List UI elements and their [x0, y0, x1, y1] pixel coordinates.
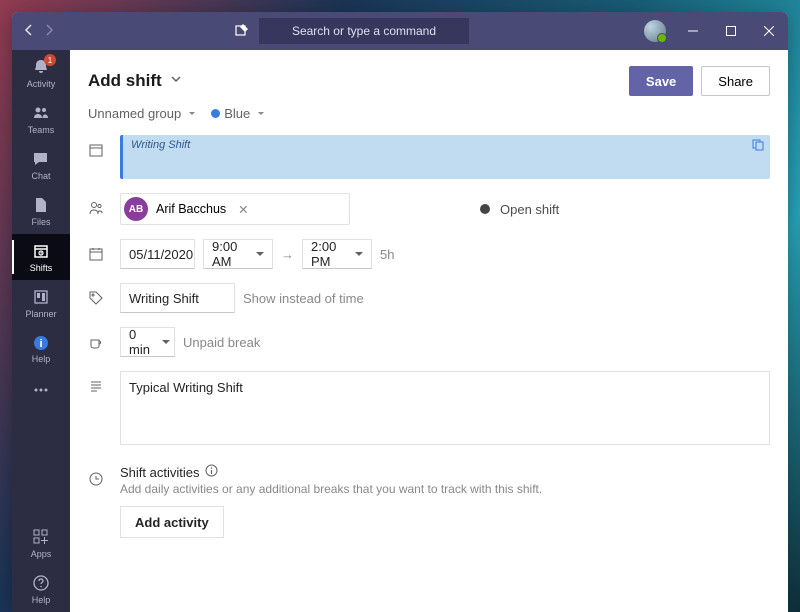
titlebar: Search or type a command: [12, 12, 788, 50]
duration-label: 5h: [380, 247, 394, 262]
sidebar-item-apps[interactable]: Apps: [12, 520, 70, 566]
date-input[interactable]: 05/11/2020: [120, 239, 195, 269]
save-button[interactable]: Save: [629, 66, 693, 96]
color-dropdown[interactable]: Blue: [211, 106, 264, 121]
sidebar-item-help[interactable]: Help: [12, 566, 70, 612]
sidebar-item-shifts[interactable]: Shifts: [12, 234, 70, 280]
content-area: Add shift Save Share Unnamed group Blue: [70, 50, 788, 612]
clock-icon: [88, 464, 104, 486]
add-activity-button[interactable]: Add activity: [120, 506, 224, 538]
open-shift-toggle[interactable]: Open shift: [480, 202, 559, 217]
sidebar-item-chat[interactable]: Chat: [12, 142, 70, 188]
remove-person-icon[interactable]: ✕: [234, 202, 252, 217]
close-button[interactable]: [750, 12, 788, 50]
person-name: Arif Bacchus: [156, 202, 226, 216]
subheader: Unnamed group Blue: [70, 106, 788, 131]
sidebar-item-planner[interactable]: Planner: [12, 280, 70, 326]
shift-preview-title: Writing Shift: [131, 139, 190, 151]
arrow-right-icon: →: [281, 247, 294, 262]
activities-title: Shift activities: [120, 464, 770, 480]
color-dot-icon: [211, 109, 220, 118]
info-icon[interactable]: [205, 464, 218, 480]
person-icon: [88, 193, 104, 215]
break-icon: [88, 327, 104, 349]
activities-subtext: Add daily activities or any additional b…: [120, 482, 770, 496]
forward-button[interactable]: [42, 23, 56, 40]
sidebar-label: Help: [32, 595, 51, 605]
sidebar-item-teams[interactable]: Teams: [12, 96, 70, 142]
shift-preview-card[interactable]: Writing Shift: [120, 135, 770, 179]
sidebar-label: Activity: [27, 79, 56, 89]
sidebar-label: Planner: [25, 309, 56, 319]
back-button[interactable]: [22, 23, 36, 40]
sidebar-item-more[interactable]: [12, 372, 70, 408]
person-initials: AB: [124, 197, 148, 221]
notes-textarea[interactable]: [120, 371, 770, 445]
show-instead-label: Show instead of time: [243, 291, 364, 306]
search-input[interactable]: Search or type a command: [259, 18, 469, 44]
activity-badge: 1: [44, 54, 56, 66]
share-button[interactable]: Share: [701, 66, 770, 96]
search-placeholder: Search or type a command: [292, 24, 436, 38]
break-duration-select[interactable]: 0 min: [120, 327, 175, 357]
teams-window: Search or type a command 1 Activity Team…: [12, 12, 788, 612]
sidebar-item-files[interactable]: Files: [12, 188, 70, 234]
person-chip[interactable]: AB Arif Bacchus ✕: [120, 193, 350, 225]
maximize-button[interactable]: [712, 12, 750, 50]
date-icon: [88, 239, 104, 261]
page-header: Add shift Save Share: [70, 50, 788, 106]
break-type-label: Unpaid break: [183, 335, 260, 350]
minimize-button[interactable]: [674, 12, 712, 50]
open-shift-dot-icon: [480, 204, 490, 214]
sidebar-label: Help: [32, 354, 51, 364]
copy-icon[interactable]: [752, 139, 764, 154]
calendar-icon: [88, 135, 104, 157]
notes-icon: [88, 371, 104, 393]
sidebar-item-help-top[interactable]: i Help: [12, 326, 70, 372]
page-title: Add shift: [88, 71, 162, 91]
compose-icon[interactable]: [227, 15, 257, 48]
end-time-select[interactable]: 2:00 PM: [302, 239, 372, 269]
sidebar-label: Files: [31, 217, 50, 227]
start-time-select[interactable]: 9:00 AM: [203, 239, 273, 269]
title-chevron-icon[interactable]: [170, 72, 182, 90]
label-input[interactable]: Writing Shift: [120, 283, 235, 313]
sidebar-label: Shifts: [30, 263, 53, 273]
tag-icon: [88, 283, 104, 305]
svg-text:i: i: [39, 338, 42, 350]
nav-buttons: [12, 23, 66, 40]
group-dropdown[interactable]: Unnamed group: [88, 106, 195, 121]
sidebar-label: Teams: [28, 125, 55, 135]
user-avatar[interactable]: [644, 20, 666, 42]
sidebar-label: Apps: [31, 549, 52, 559]
sidebar-label: Chat: [31, 171, 50, 181]
sidebar-item-activity[interactable]: 1 Activity: [12, 50, 70, 96]
app-rail: 1 Activity Teams Chat Files Shifts Pl: [12, 50, 70, 612]
